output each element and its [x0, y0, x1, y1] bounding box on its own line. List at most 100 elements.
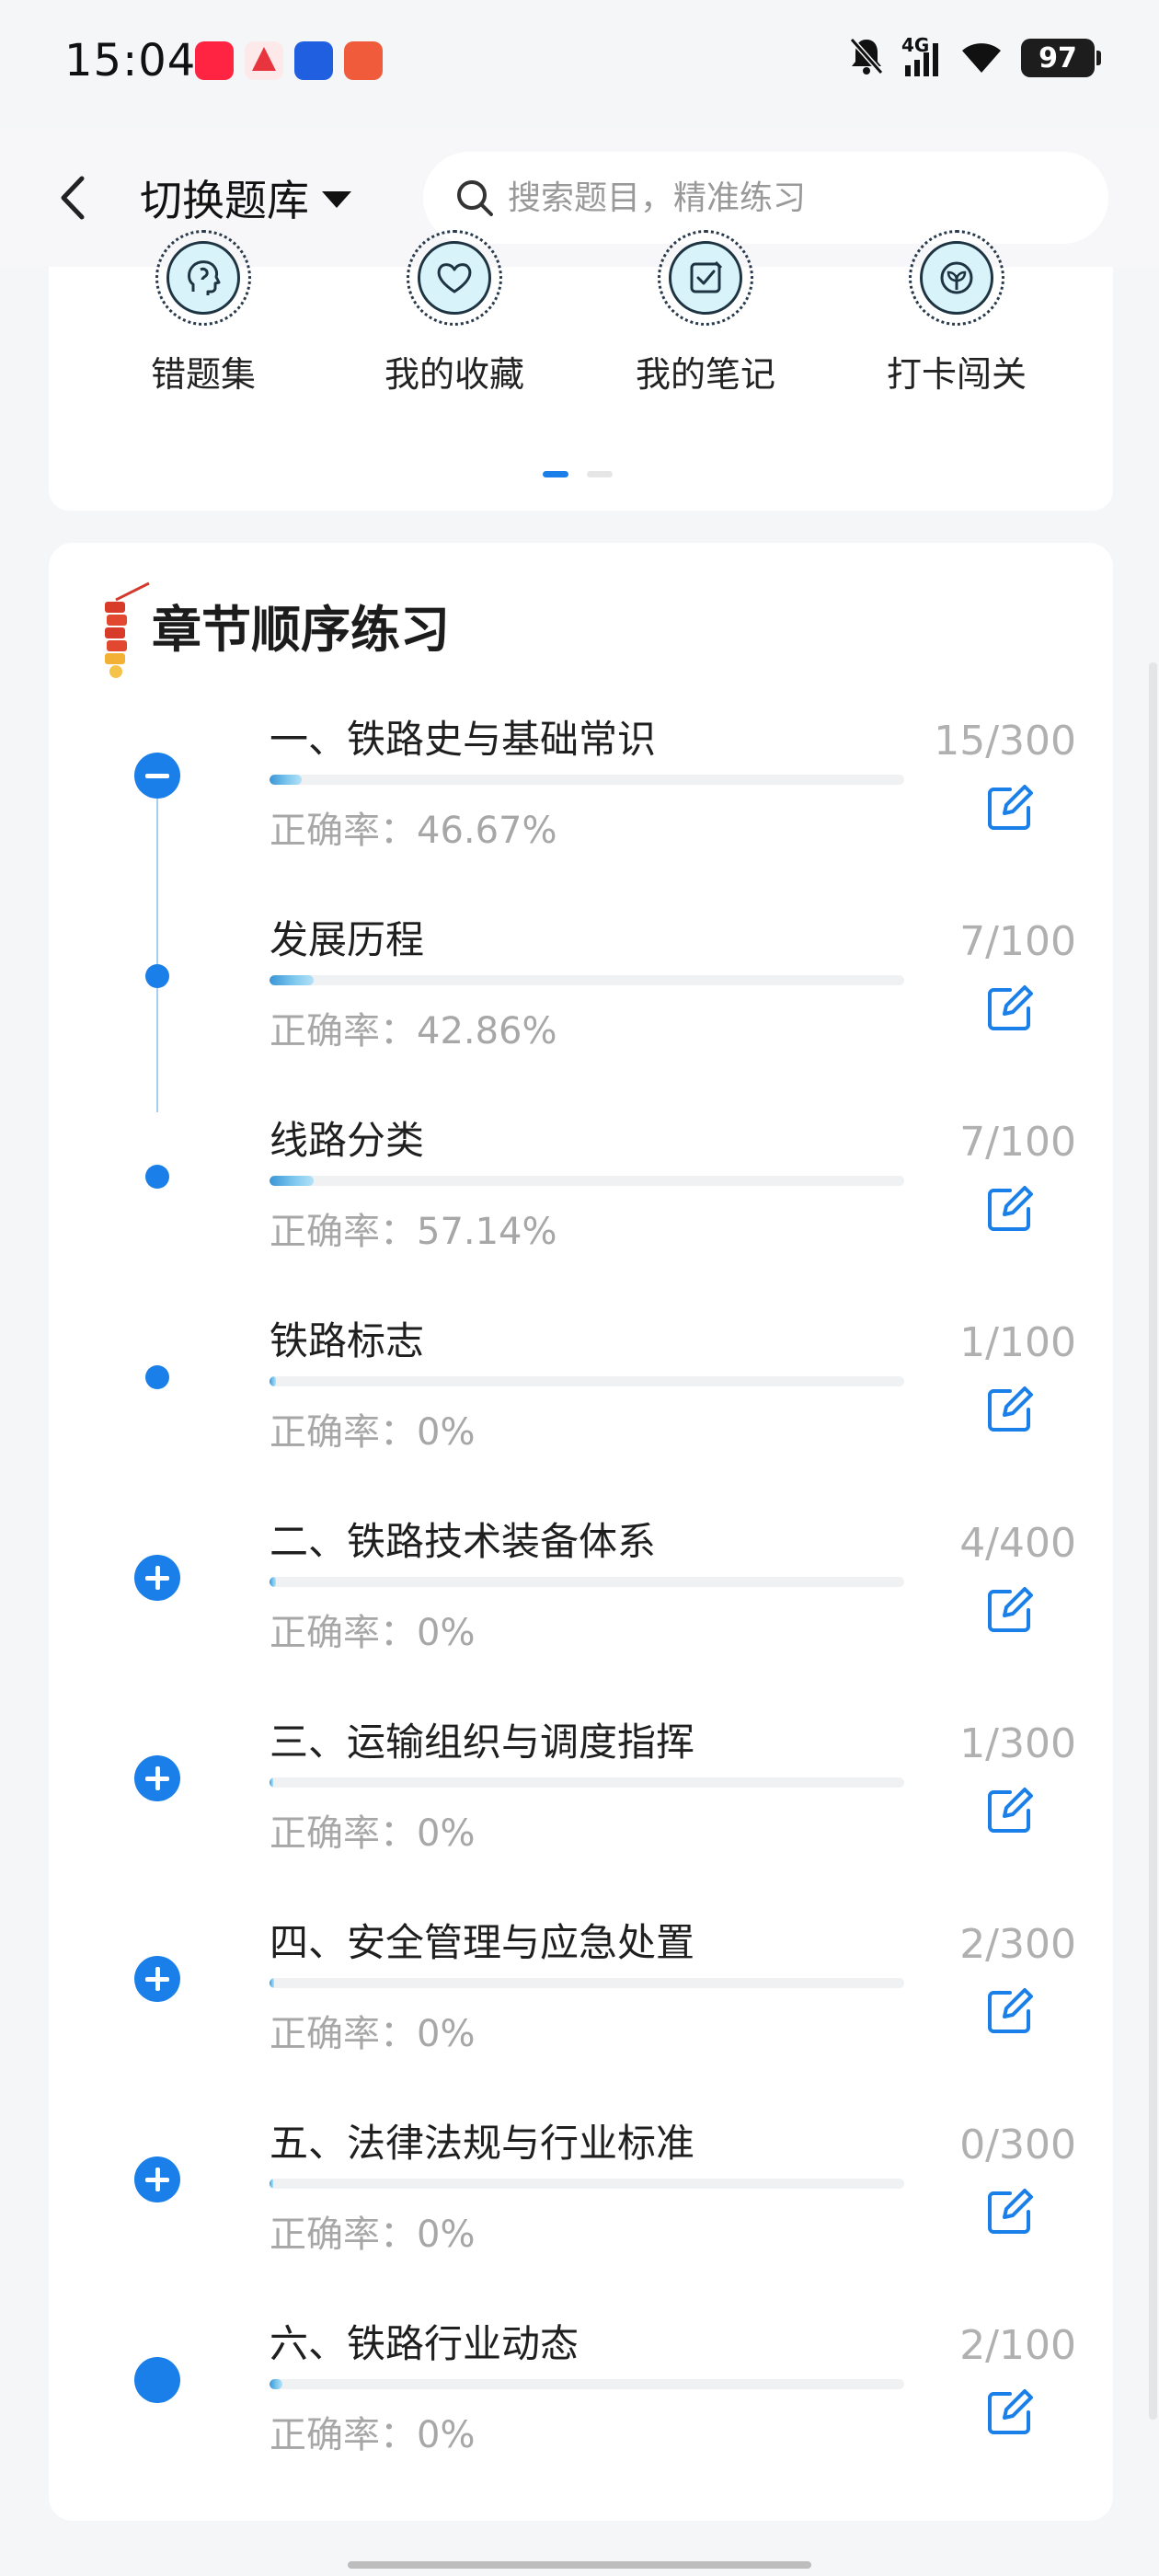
collapse-icon[interactable] — [134, 753, 180, 799]
chapter-practice-card: 章节顺序练习 一、铁路史与基础常识 正确率：46.67% 15/300 发展历程正确率… — [49, 543, 1113, 2521]
accuracy-text: 正确率：0% — [270, 1812, 476, 1855]
wifi-icon — [958, 38, 1004, 78]
switch-bank-label: 切换题库 — [140, 176, 309, 225]
app-c-icon — [344, 41, 383, 80]
home-indicator[interactable] — [348, 2561, 811, 2569]
page-indicator — [543, 471, 613, 477]
progress-fill — [270, 1376, 276, 1386]
timeline-dot-icon — [134, 1354, 180, 1400]
search-input[interactable] — [508, 178, 1078, 217]
progress-fill — [270, 2179, 274, 2189]
chapter-title: 一、铁路史与基础常识 — [270, 717, 657, 762]
edit-icon[interactable] — [984, 1384, 1036, 1435]
edit-icon[interactable] — [984, 1985, 1036, 2037]
question-count: 7/100 — [959, 1119, 1076, 1166]
chevron-left-icon — [61, 176, 85, 220]
chapter-row[interactable]: 二、铁路技术装备体系 正确率：0% 4/400 — [49, 1511, 1113, 1711]
quick-action-label: 我的收藏 — [384, 354, 524, 395]
quick-action-favorites[interactable]: 我的收藏 — [362, 230, 546, 397]
edit-icon[interactable] — [984, 782, 1036, 834]
app-a-icon — [245, 41, 283, 80]
progress-bar — [270, 2379, 904, 2389]
progress-bar — [270, 1577, 904, 1587]
chapter-title: 三、运输组织与调度指挥 — [270, 1719, 695, 1765]
progress-fill — [270, 1978, 274, 1988]
status-time: 15:04 — [64, 35, 197, 86]
question-count: 2/300 — [959, 1921, 1076, 1968]
progress-bar — [270, 1376, 904, 1386]
switch-bank-button[interactable]: 切换题库 — [140, 166, 351, 230]
chapter-row[interactable]: 铁路标志 正确率：0% 1/100 — [49, 1310, 1113, 1511]
quick-action-label: 错题集 — [150, 354, 256, 395]
edit-icon[interactable] — [984, 1584, 1036, 1636]
quick-action-wrong-questions[interactable]: 错题集 — [111, 230, 295, 397]
edit-icon[interactable] — [984, 1785, 1036, 1836]
chapter-title: 铁路标志 — [270, 1318, 425, 1363]
expand-icon[interactable] — [134, 2156, 180, 2202]
status-right: 4G 97 — [848, 34, 1101, 81]
edit-icon[interactable] — [984, 2386, 1036, 2438]
edit-icon[interactable] — [984, 1183, 1036, 1235]
chapter-row[interactable]: 发展历程正确率：42.86% 7/100 — [49, 909, 1113, 1110]
quick-action-check-in[interactable]: 打卡闯关 — [865, 230, 1049, 397]
chapter-row[interactable]: 六、铁路行业动态 正确率：0% 2/100 — [49, 2313, 1113, 2513]
chapter-row[interactable]: 三、运输组织与调度指挥 正确率：0% 1/300 — [49, 1711, 1113, 1912]
accuracy-text: 正确率：42.86% — [270, 1010, 557, 1052]
head-icon — [166, 241, 240, 315]
expand-icon[interactable] — [134, 1956, 180, 2002]
chapter-dot-icon — [134, 2357, 180, 2403]
leaf-icon — [920, 241, 993, 315]
page-dot-active — [543, 471, 568, 477]
search-bar[interactable] — [423, 152, 1108, 244]
silent-bell-icon — [848, 36, 885, 80]
signal-icon: 4G — [901, 34, 942, 78]
firecracker-icon — [99, 580, 151, 681]
accuracy-text: 正确率：57.14% — [270, 1211, 557, 1253]
progress-bar — [270, 1176, 904, 1186]
chapter-row[interactable]: 五、法律法规与行业标准 正确率：0% 0/300 — [49, 2112, 1113, 2313]
expand-icon[interactable] — [134, 1555, 180, 1601]
note-check-icon — [669, 241, 742, 315]
chapter-row[interactable]: 一、铁路史与基础常识 正确率：46.67% 15/300 — [49, 708, 1113, 909]
question-count: 7/100 — [959, 918, 1076, 965]
back-button[interactable] — [51, 166, 97, 230]
edit-icon[interactable] — [984, 2186, 1036, 2237]
expand-icon[interactable] — [134, 1755, 180, 1801]
progress-bar — [270, 1777, 904, 1788]
chapter-row[interactable]: 线路分类正确率：57.14% 7/100 — [49, 1110, 1113, 1310]
question-count: 2/100 — [959, 2322, 1076, 2369]
progress-bar — [270, 975, 904, 985]
app-b-icon — [294, 41, 333, 80]
edit-icon[interactable] — [984, 983, 1036, 1034]
caret-down-icon — [322, 191, 351, 208]
accuracy-text: 正确率：0% — [270, 2214, 476, 2256]
accuracy-text: 正确率：0% — [270, 2013, 476, 2055]
chapter-title: 二、铁路技术装备体系 — [270, 1519, 657, 1564]
progress-bar — [270, 1978, 904, 1988]
progress-fill — [270, 1577, 276, 1587]
chapter-title: 发展历程 — [270, 917, 425, 962]
timeline-dot-icon — [134, 1154, 180, 1200]
chapter-title: 四、安全管理与应急处置 — [270, 1920, 695, 1965]
progress-bar — [270, 775, 904, 785]
quick-action-notes[interactable]: 我的笔记 — [614, 230, 798, 397]
progress-fill — [270, 1777, 274, 1788]
accuracy-text: 正确率：0% — [270, 2414, 476, 2456]
battery-indicator: 97 — [1021, 39, 1101, 77]
timeline-dot-icon — [134, 953, 180, 999]
question-count: 0/300 — [959, 2122, 1076, 2168]
question-count: 15/300 — [934, 718, 1076, 765]
chapter-title: 线路分类 — [270, 1118, 425, 1163]
section-title: 章节顺序练习 — [152, 601, 450, 659]
progress-fill — [270, 1176, 315, 1186]
accuracy-text: 正确率：46.67% — [270, 810, 557, 852]
progress-fill — [270, 2379, 282, 2389]
status-bar: 15:04 4G 97 — [0, 0, 1159, 129]
chapter-title: 六、铁路行业动态 — [270, 2321, 580, 2366]
page-dot — [587, 471, 613, 477]
scrollbar[interactable] — [1149, 662, 1157, 2420]
question-count: 1/300 — [959, 1720, 1076, 1767]
chapter-row[interactable]: 四、安全管理与应急处置 正确率：0% 2/300 — [49, 1912, 1113, 2112]
accuracy-text: 正确率：0% — [270, 1612, 476, 1654]
quick-action-label: 打卡闯关 — [886, 354, 1027, 395]
